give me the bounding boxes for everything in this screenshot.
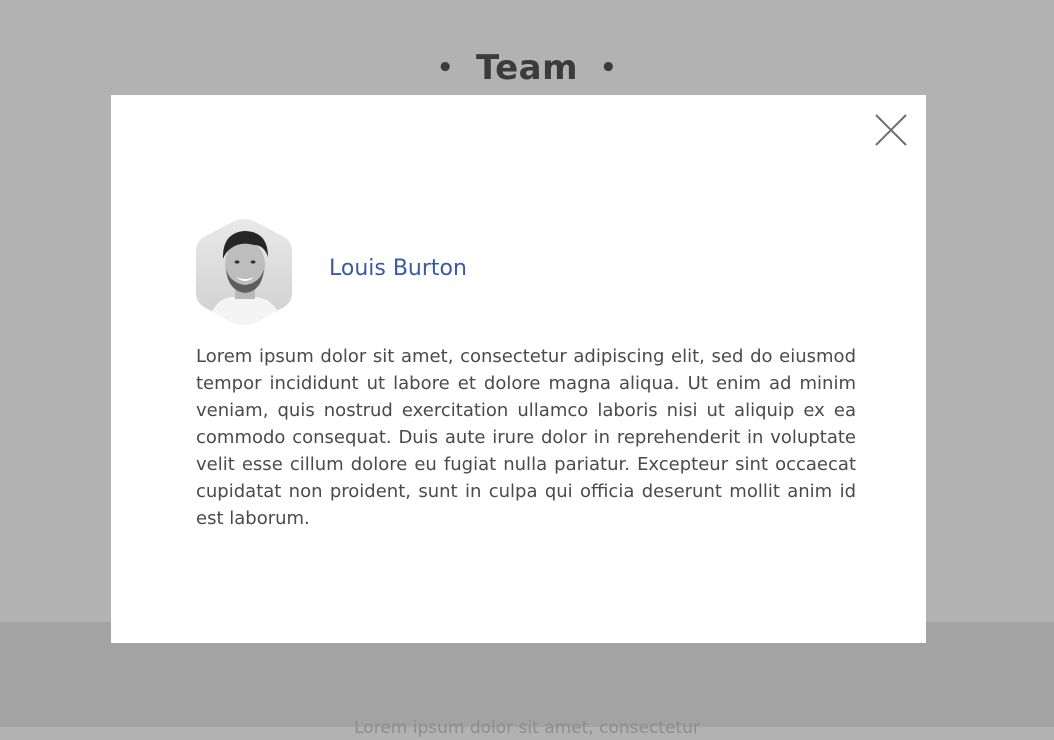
team-member-modal: Louis Burton Lorem ipsum dolor sit amet,… xyxy=(111,95,926,643)
heading-bullet-left: • xyxy=(436,53,454,83)
close-button[interactable] xyxy=(874,113,908,147)
heading-bullet-right: • xyxy=(600,53,618,83)
member-bio: Lorem ipsum dolor sit amet, consectetur … xyxy=(196,346,856,529)
section-heading: • Team • xyxy=(0,46,1054,90)
member-name: Louis Burton xyxy=(329,256,467,281)
close-icon xyxy=(875,114,907,146)
avatar xyxy=(196,219,292,325)
member-profile-header: Louis Burton xyxy=(196,219,467,325)
section-title: Team xyxy=(475,48,579,88)
footer-text: Lorem ipsum dolor sit amet, consectetur xyxy=(354,718,700,738)
